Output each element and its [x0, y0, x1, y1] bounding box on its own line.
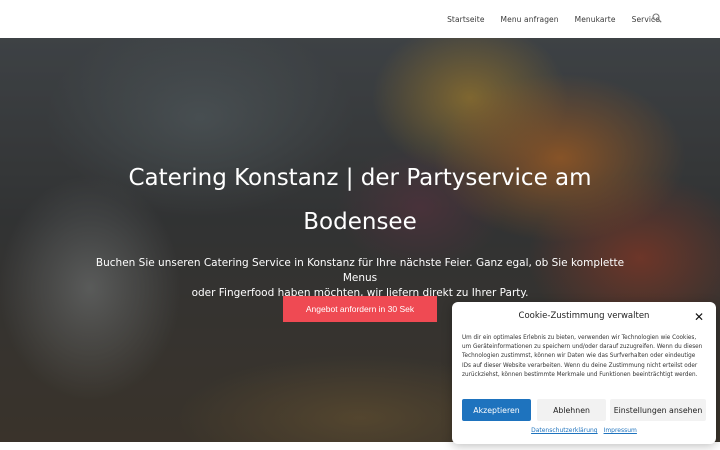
hero-description: Buchen Sie unseren Catering Service in K…: [80, 256, 640, 301]
nav-item-menukarte[interactable]: Menukarte: [575, 15, 616, 24]
privacy-link[interactable]: Datenschutzerklärung: [531, 427, 598, 434]
cookie-consent-dialog: Cookie-Zustimmung verwalten ✕ Um dir ein…: [452, 302, 716, 444]
close-icon[interactable]: ✕: [694, 311, 704, 323]
request-offer-button[interactable]: Angebot anfordern in 30 Sek: [283, 296, 437, 322]
hero-title-line2: Bodensee: [303, 209, 417, 235]
search-icon[interactable]: [652, 13, 662, 23]
main-nav: Startseite Menu anfragen Menukarte Servi…: [447, 0, 660, 38]
nav-item-startseite[interactable]: Startseite: [447, 15, 484, 24]
imprint-link[interactable]: Impressum: [604, 427, 637, 434]
deny-button[interactable]: Ablehnen: [537, 399, 606, 421]
hero-description-line1: Buchen Sie unseren Catering Service in K…: [95, 257, 625, 284]
cookie-title: Cookie-Zustimmung verwalten: [518, 311, 650, 321]
hero-title: Catering Konstanz | der Partyservice am …: [60, 156, 660, 244]
settings-button[interactable]: Einstellungen ansehen: [610, 399, 706, 421]
site-header: Startseite Menu anfragen Menukarte Servi…: [0, 0, 720, 38]
cookie-links: Datenschutzerklärung Impressum: [452, 427, 716, 434]
nav-item-menu-anfragen[interactable]: Menu anfragen: [501, 15, 559, 24]
hero-title-line1: Catering Konstanz | der Partyservice am: [128, 165, 592, 191]
cookie-description: Um dir ein optimales Erlebnis zu bieten,…: [462, 335, 703, 378]
accept-button[interactable]: Akzeptieren: [462, 399, 531, 421]
